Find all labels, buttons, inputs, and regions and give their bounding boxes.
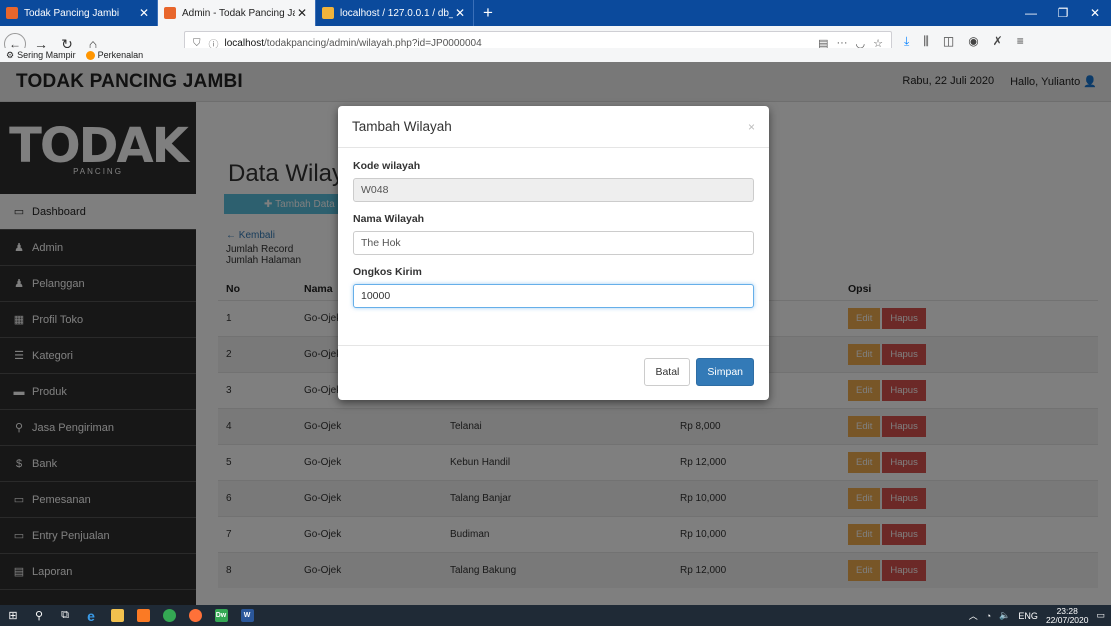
window-close-icon[interactable]: ✕	[1079, 0, 1111, 26]
new-tab-button[interactable]: +	[474, 0, 502, 26]
close-icon[interactable]: ×	[748, 120, 755, 134]
ongkos-kirim-field[interactable]: 10000	[353, 284, 754, 308]
edge-icon[interactable]: e	[78, 605, 104, 626]
search-icon[interactable]: ⚲	[26, 605, 52, 626]
tab-title: Admin - Todak Pancing Jambi	[182, 7, 295, 19]
clock-date: 22/07/2020	[1045, 614, 1089, 625]
kode-wilayah-label: Kode wilayah	[353, 160, 421, 172]
browser-tab-1[interactable]: Todak Pancing Jambi ✕	[0, 0, 158, 26]
download-icon[interactable]: ⤓	[904, 34, 909, 49]
sidebar-toggle-icon[interactable]: ◫	[943, 34, 954, 49]
task-view-icon[interactable]: ⧉	[52, 605, 78, 626]
firefox-icon[interactable]	[182, 605, 208, 626]
language-indicator[interactable]: ENG	[1018, 611, 1038, 621]
chrome-icon[interactable]	[156, 605, 182, 626]
nama-wilayah-label: Nama Wilayah	[353, 213, 425, 225]
xampp-icon[interactable]	[130, 605, 156, 626]
bookmarks-bar: ⚙ Sering Mampir Perkenalan	[0, 48, 1111, 62]
volume-icon[interactable]: 🔈	[999, 610, 1010, 621]
tab-title: localhost / 127.0.0.1 / db_todak	[340, 7, 453, 19]
gear-icon: ⚙	[6, 49, 15, 60]
library-icon[interactable]: ⫼	[923, 34, 929, 49]
cancel-button[interactable]: Batal	[644, 358, 691, 386]
restore-icon[interactable]: ❐	[1047, 0, 1079, 26]
tab-title: Todak Pancing Jambi	[24, 7, 120, 19]
windows-start-icon[interactable]: ⊞	[0, 605, 26, 626]
bookmark-label: Sering Mampir	[17, 50, 76, 60]
bookmark-label: Perkenalan	[97, 50, 144, 60]
dreamweaver-icon[interactable]: Dw	[208, 605, 234, 626]
site-favicon-icon	[6, 7, 18, 19]
modal-title: Tambah Wilayah	[352, 119, 452, 134]
nama-wilayah-field[interactable]: The Hok	[353, 231, 754, 255]
browser-tab-2[interactable]: Admin - Todak Pancing Jambi ✕	[158, 0, 316, 26]
windows-taskbar: ⊞ ⚲ ⧉ e Dw W ︿ ◔ 🔈 ENG 23:28 22/07/2020 …	[0, 605, 1111, 626]
save-button[interactable]: Simpan	[696, 358, 754, 386]
chevron-up-icon[interactable]: ︿	[969, 609, 978, 622]
modal-header: Tambah Wilayah ×	[338, 106, 769, 148]
file-explorer-icon[interactable]	[104, 605, 130, 626]
word-icon[interactable]: W	[234, 605, 260, 626]
bookmark-sering-mampir[interactable]: ⚙ Sering Mampir	[6, 50, 76, 61]
extension-icon[interactable]: ✗	[993, 34, 1003, 49]
system-clock[interactable]: 23:28 22/07/2020	[1045, 606, 1089, 625]
system-tray: ︿ ◔ 🔈 ENG 23:28 22/07/2020 ▭	[969, 606, 1111, 625]
menu-icon[interactable]: ≡	[1017, 34, 1024, 49]
firefox-icon	[85, 50, 95, 60]
notification-icon[interactable]: ▭	[1096, 610, 1105, 621]
tab-close-icon[interactable]: ✕	[137, 6, 151, 20]
account-icon[interactable]: ◉	[968, 34, 978, 49]
browser-tab-bar: Todak Pancing Jambi ✕ Admin - Todak Panc…	[0, 0, 1111, 26]
modal-footer: Batal Simpan	[338, 346, 769, 398]
network-icon[interactable]: ◔	[986, 611, 991, 621]
tab-close-icon[interactable]: ✕	[453, 6, 467, 20]
kode-wilayah-field[interactable]: W048	[353, 178, 754, 202]
modal-body: Kode wilayah W048 Nama Wilayah The Hok O…	[338, 148, 769, 346]
add-wilayah-modal: Tambah Wilayah × Kode wilayah W048 Nama …	[338, 106, 769, 400]
browser-tab-3[interactable]: localhost / 127.0.0.1 / db_todak ✕	[316, 0, 474, 26]
browser-toolbar-right: ⤓ ⫼ ◫ ◉ ✗ ≡	[904, 34, 1024, 49]
bookmark-perkenalan[interactable]: Perkenalan	[85, 50, 144, 60]
minimize-icon[interactable]: —	[1015, 0, 1047, 26]
window-controls: — ❐ ✕	[1015, 0, 1111, 26]
ongkos-kirim-label: Ongkos Kirim	[353, 266, 422, 278]
site-favicon-icon	[164, 7, 176, 19]
tab-close-icon[interactable]: ✕	[295, 6, 309, 20]
phpmyadmin-favicon-icon	[322, 7, 334, 19]
